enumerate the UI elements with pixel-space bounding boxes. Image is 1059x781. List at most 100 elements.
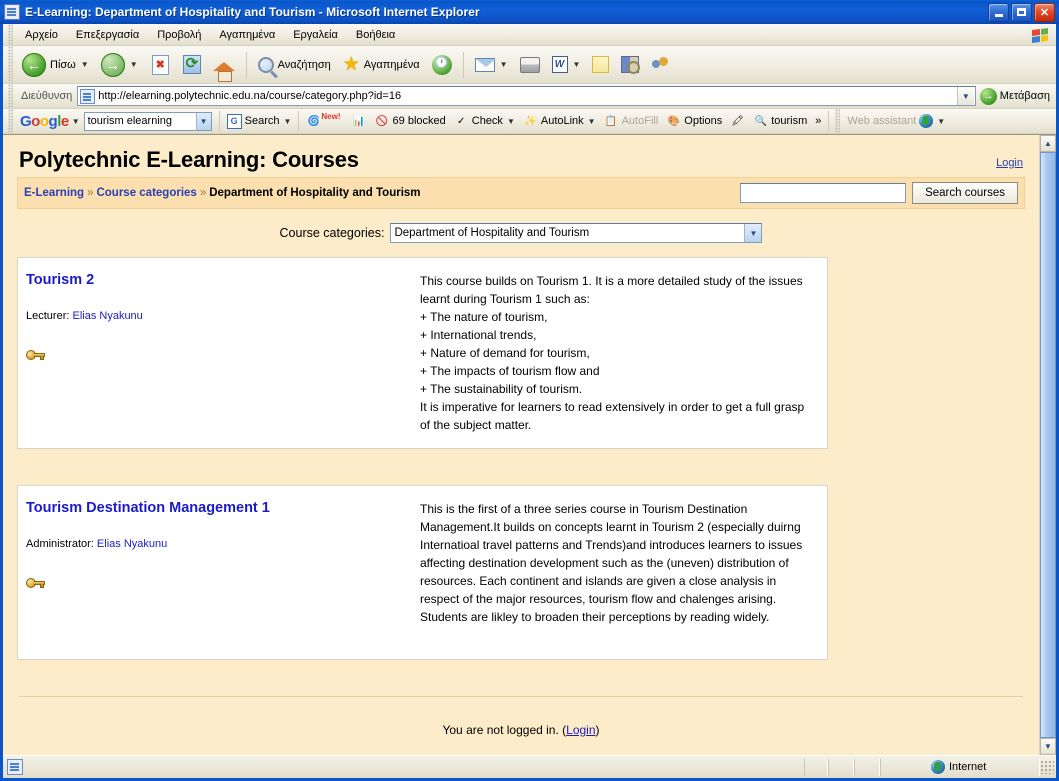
page-viewport: Polytechnic E-Learning: Courses Login E-… xyxy=(3,134,1056,755)
address-input[interactable]: http://elearning.polytechnic.edu.na/cour… xyxy=(77,86,976,106)
back-dropdown-icon[interactable]: ▼ xyxy=(81,60,89,69)
minimize-button[interactable] xyxy=(988,2,1009,22)
google-toolbar-more-button[interactable]: » xyxy=(811,115,825,127)
menu-item-edit[interactable]: Επεξεργασία xyxy=(67,27,148,43)
notes-button[interactable] xyxy=(587,52,614,77)
address-url-text: http://elearning.polytechnic.edu.na/cour… xyxy=(98,90,402,102)
menu-bar: Αρχείο Επεξεργασία Προβολή Αγαπημένα Εργ… xyxy=(3,24,1056,46)
google-highlight-button[interactable]: 🖍 xyxy=(726,114,749,129)
category-select[interactable]: Department of Hospitality and Tourism ▼ xyxy=(390,223,763,243)
google-autofill-button[interactable]: 📋 AutoFill xyxy=(600,114,663,129)
scroll-up-button[interactable]: ▲ xyxy=(1040,135,1056,152)
google-pagerank-button[interactable]: 📊 xyxy=(348,114,371,129)
highlight-term-label: tourism xyxy=(771,115,808,127)
google-new-feature-button[interactable]: 🌀 New! xyxy=(302,112,347,129)
menu-item-view[interactable]: Προβολή xyxy=(148,27,210,43)
web-assistant-globe-icon xyxy=(919,114,934,128)
favorites-button[interactable]: ★ Αγαπημένα xyxy=(338,51,425,78)
google-g-icon: G xyxy=(226,113,242,129)
messenger-button[interactable] xyxy=(646,52,676,77)
windows-logo-icon xyxy=(1027,25,1053,45)
search-icon xyxy=(257,56,274,73)
scrollbar-thumb[interactable] xyxy=(1040,152,1056,738)
history-button[interactable] xyxy=(427,51,457,79)
course-info-column: Tourism Destination Management 1 Adminis… xyxy=(18,486,420,659)
course-teacher-link[interactable]: Elias Nyakunu xyxy=(72,310,142,322)
print-button[interactable] xyxy=(515,53,545,77)
web-assistant-button[interactable]: Web assistant ▼ xyxy=(843,114,949,128)
messenger-people-icon xyxy=(651,56,671,73)
check-label: Check xyxy=(471,115,503,127)
stop-button[interactable] xyxy=(145,51,176,79)
status-cell-2 xyxy=(828,758,854,776)
scrollbar-track[interactable] xyxy=(1040,152,1056,738)
menu-item-favorites[interactable]: Αγαπημένα xyxy=(210,27,284,43)
forward-button[interactable]: → ▼ xyxy=(96,49,143,81)
back-arrow-icon: ← xyxy=(22,52,46,77)
google-toolbar-gripper[interactable] xyxy=(8,109,13,133)
mail-dropdown-icon[interactable]: ▼ xyxy=(500,60,508,69)
google-logo: Google xyxy=(20,112,69,130)
google-options-button[interactable]: 🎨 Options xyxy=(662,114,726,129)
mail-button[interactable]: ▼ xyxy=(470,54,513,76)
search-courses-input[interactable] xyxy=(740,183,907,203)
window-controls: ✕ xyxy=(988,2,1055,22)
check-dropdown-icon[interactable]: ▼ xyxy=(507,117,515,126)
breadcrumb-item-elearning[interactable]: E-Learning xyxy=(24,187,84,199)
home-button[interactable] xyxy=(208,54,240,82)
edit-dropdown-icon[interactable]: ▼ xyxy=(573,60,581,69)
chevron-down-icon[interactable]: ▼ xyxy=(744,224,762,242)
header-login-link[interactable]: Login xyxy=(996,147,1023,169)
google-popup-blocker-button[interactable]: 🚫 69 blocked xyxy=(371,114,450,129)
web-assistant-dropdown-icon[interactable]: ▼ xyxy=(937,117,945,126)
course-name-link[interactable]: Tourism 2 xyxy=(26,272,420,288)
forward-dropdown-icon[interactable]: ▼ xyxy=(130,60,138,69)
address-bar-gripper[interactable] xyxy=(8,84,13,108)
resize-grip[interactable] xyxy=(1040,760,1054,774)
status-cell-1 xyxy=(804,758,828,776)
edit-in-word-button[interactable]: W ▼ xyxy=(547,52,586,77)
maximize-button[interactable] xyxy=(1011,2,1032,22)
swirl-icon: 🌀 xyxy=(307,115,321,127)
google-search-button[interactable]: G Search ▼ xyxy=(223,113,296,129)
google-find-term-button[interactable]: 🔍 tourism xyxy=(749,114,811,129)
security-zone-label: Internet xyxy=(949,761,987,773)
autolink-label: AutoLink xyxy=(540,115,584,127)
breadcrumb-item-course-categories[interactable]: Course categories xyxy=(96,187,196,199)
google-autolink-button[interactable]: ✨ AutoLink ▼ xyxy=(519,114,600,129)
toolbar-separator-2 xyxy=(462,51,464,78)
google-menu-dropdown-icon[interactable]: ▼ xyxy=(72,117,80,126)
search-courses-button[interactable]: Search courses xyxy=(912,182,1018,204)
printer-icon xyxy=(519,56,540,73)
google-sep-2 xyxy=(298,111,300,131)
google-search-history-icon[interactable]: ▼ xyxy=(195,112,211,130)
autolink-dropdown-icon[interactable]: ▼ xyxy=(588,117,596,126)
category-selector-row: Course categories: Department of Hospita… xyxy=(17,209,1025,253)
refresh-button[interactable] xyxy=(178,51,206,78)
course-list: Tourism 2 Lecturer: Elias Nyakunu This c… xyxy=(17,253,1025,660)
toolbar-separator-1 xyxy=(245,51,247,78)
google-search-query: tourism elearning xyxy=(87,115,172,127)
menu-bar-gripper[interactable] xyxy=(8,24,13,45)
go-button[interactable]: → Μετάβαση xyxy=(976,87,1056,105)
address-dropdown-icon[interactable]: ▼ xyxy=(956,87,974,105)
toolbar-gripper[interactable] xyxy=(8,46,13,83)
menu-item-help[interactable]: Βοήθεια xyxy=(347,27,404,43)
menu-item-tools[interactable]: Εργαλεία xyxy=(284,27,347,43)
search-button[interactable]: Αναζήτηση xyxy=(253,53,336,77)
status-cell-3 xyxy=(854,758,880,776)
course-teacher-link[interactable]: Elias Nyakunu xyxy=(97,538,167,550)
footer-login-link[interactable]: Login xyxy=(566,723,595,737)
status-page-icon xyxy=(7,759,23,775)
vertical-scrollbar[interactable]: ▲ ▼ xyxy=(1039,135,1056,755)
close-button[interactable]: ✕ xyxy=(1034,2,1055,22)
back-button[interactable]: ← Πίσω ▼ xyxy=(17,49,94,81)
web-assistant-gripper[interactable] xyxy=(835,109,841,133)
course-name-link[interactable]: Tourism Destination Management 1 xyxy=(26,500,420,516)
google-spellcheck-button[interactable]: ✓ Check ▼ xyxy=(450,114,519,129)
google-search-input[interactable]: tourism elearning ▼ xyxy=(83,111,212,131)
google-search-dropdown-icon[interactable]: ▼ xyxy=(283,117,291,126)
research-button[interactable] xyxy=(616,52,644,77)
menu-item-file[interactable]: Αρχείο xyxy=(16,27,67,43)
scroll-down-button[interactable]: ▼ xyxy=(1040,738,1056,755)
